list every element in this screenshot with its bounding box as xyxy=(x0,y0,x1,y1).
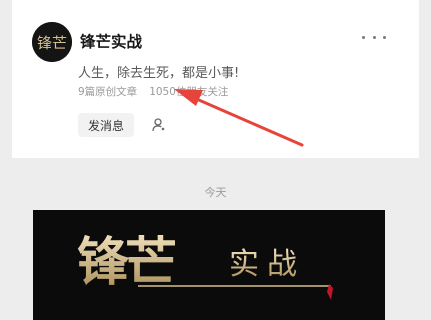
cover-title-large: 锋芒 xyxy=(77,232,175,293)
follower-count: 1050位朋友关注 xyxy=(149,86,229,98)
account-stats: 9篇原创文章 1050位朋友关注 xyxy=(78,84,228,99)
more-button[interactable] xyxy=(362,30,386,44)
more-dot xyxy=(362,35,365,39)
person-outline-icon[interactable] xyxy=(142,113,176,137)
date-separator: 今天 xyxy=(204,186,227,199)
avatar-logo: 锋芒 xyxy=(32,22,72,62)
article-count[interactable]: 9篇原创文章 xyxy=(78,84,137,99)
profile-card: 锋芒 锋芒实战 人生，除去生死，都是小事! 9篇原创文章 1050位朋友关注 发… xyxy=(12,0,419,158)
send-message-button[interactable]: 发消息 xyxy=(78,113,134,137)
article-cover-image[interactable]: 锋芒 实战 xyxy=(33,210,385,320)
more-dot xyxy=(372,35,376,39)
account-name: 锋芒实战 xyxy=(80,33,143,51)
cover-title-small: 实战 xyxy=(229,247,305,282)
account-avatar[interactable]: 锋芒 xyxy=(32,22,72,62)
avatar-text: 锋芒 xyxy=(37,34,67,52)
account-signature: 人生，除去生死，都是小事! xyxy=(78,66,240,81)
more-dot xyxy=(383,35,386,39)
